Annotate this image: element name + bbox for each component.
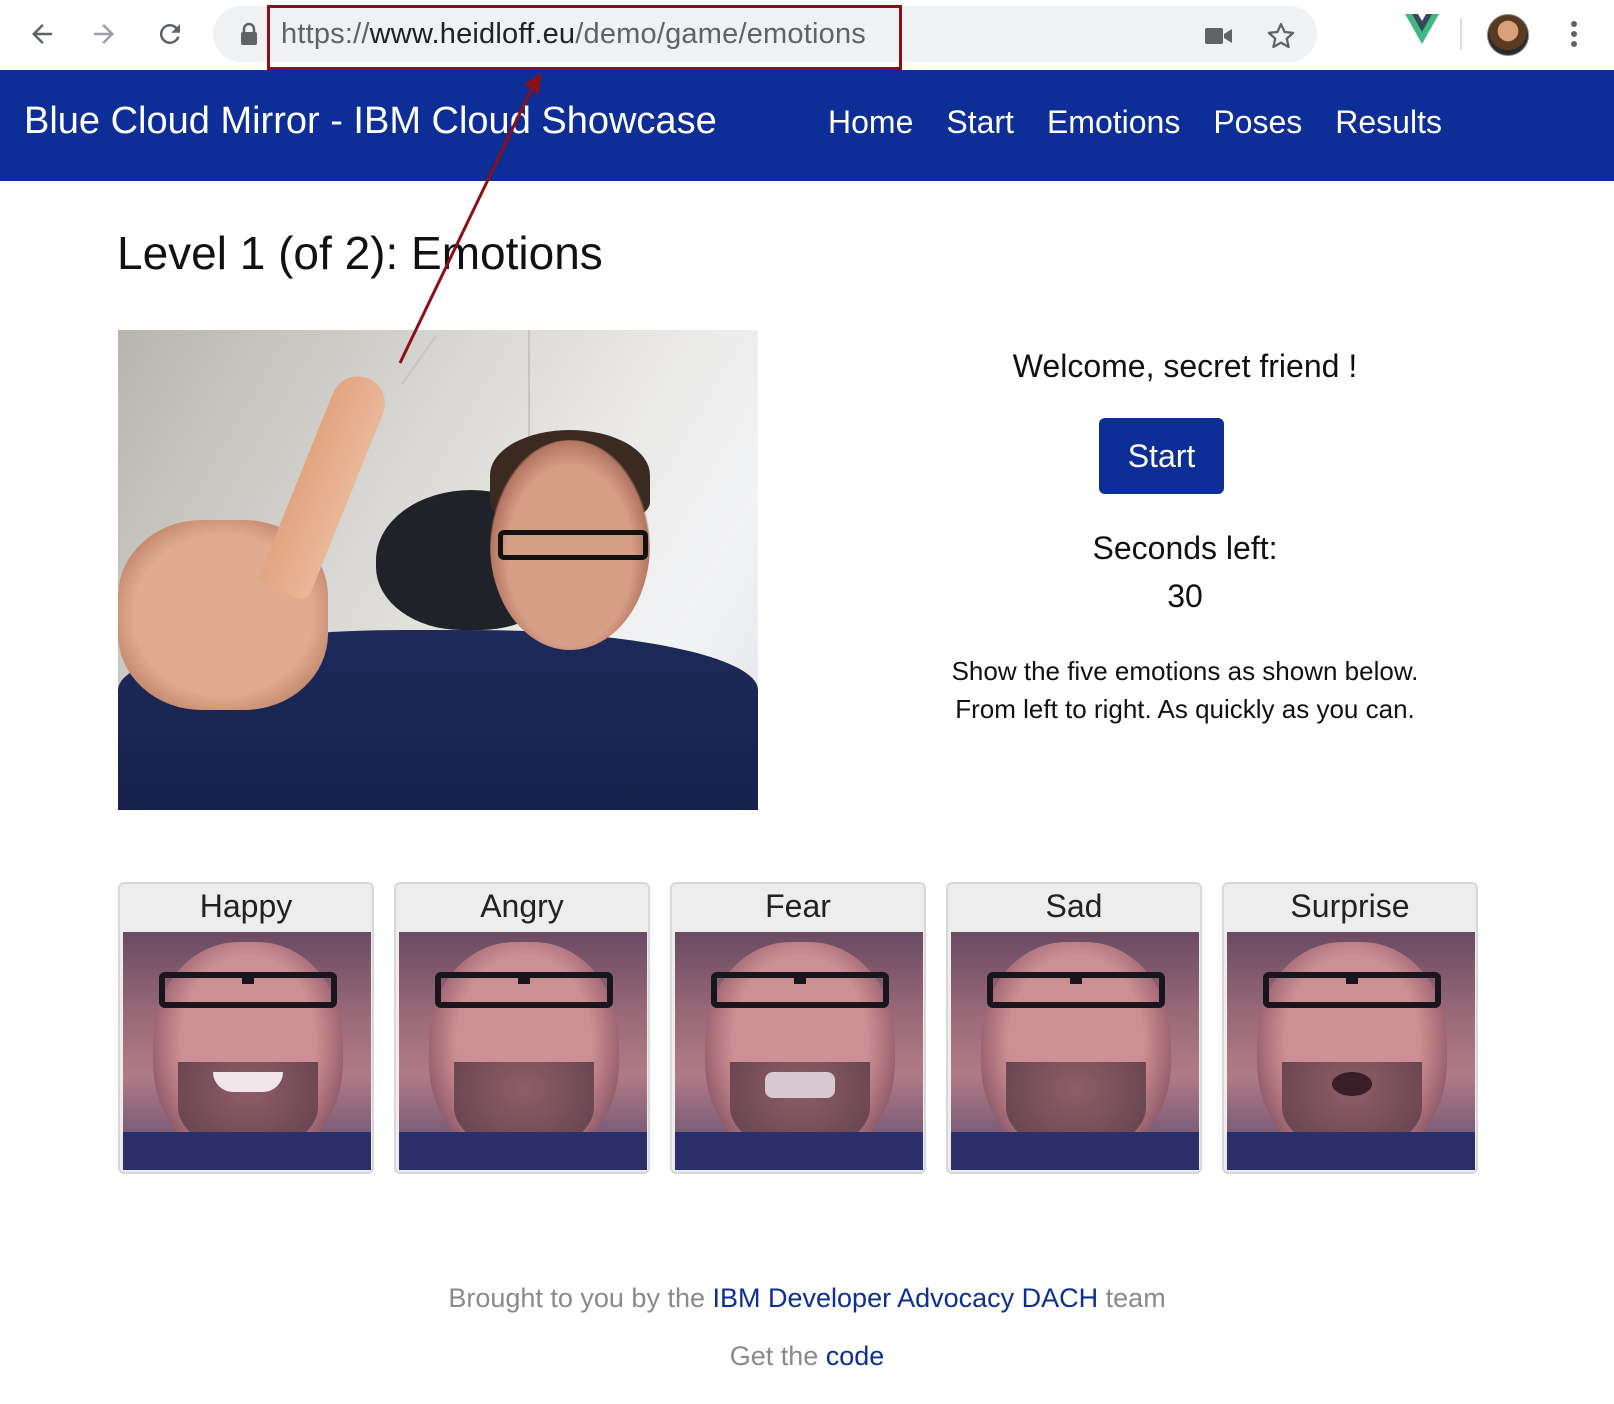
url-scheme: https://	[281, 18, 370, 50]
url-path: /demo/game/emotions	[575, 18, 866, 50]
footer-text: team	[1098, 1283, 1166, 1313]
vue-extension-icon[interactable]	[1405, 14, 1439, 49]
emotion-face-image	[1227, 932, 1475, 1170]
start-button[interactable]: Start	[1099, 418, 1224, 494]
emotion-face-image	[399, 932, 647, 1170]
nav-link-results[interactable]: Results	[1335, 104, 1442, 141]
emotion-face-image	[123, 932, 371, 1170]
emotion-label: Fear	[765, 888, 831, 924]
footer-text: Get the	[729, 1341, 826, 1371]
lock-icon[interactable]	[239, 22, 259, 51]
more-vert-icon[interactable]	[1554, 14, 1594, 54]
reload-icon[interactable]	[150, 14, 190, 54]
nav-link-start[interactable]: Start	[946, 104, 1014, 141]
emotion-card-happy: Happy	[118, 882, 374, 1174]
emotion-card-fear: Fear	[670, 882, 926, 1174]
seconds-left-label: Seconds left:	[1092, 530, 1278, 566]
welcome-text: Welcome, secret friend !	[1012, 348, 1358, 384]
brand-title[interactable]: Blue Cloud Mirror - IBM Cloud Showcase	[24, 100, 717, 143]
instructions-line-1: Show the five emotions as shown below.	[951, 656, 1419, 686]
forward-arrow-icon[interactable]	[84, 14, 124, 54]
address-bar[interactable]: https://www.heidloff.eu/demo/game/emotio…	[213, 6, 1317, 62]
nav-link-emotions[interactable]: Emotions	[1047, 104, 1180, 141]
nav-links: Home Start Emotions Poses Results	[828, 104, 1442, 141]
toolbar-separator	[1460, 18, 1462, 50]
emotion-card-sad: Sad	[946, 882, 1202, 1174]
emotion-label: Sad	[1045, 888, 1103, 924]
footer-code-link[interactable]: code	[826, 1341, 885, 1371]
seconds-left-value: 30	[1167, 578, 1203, 614]
app-navbar: Blue Cloud Mirror - IBM Cloud Showcase H…	[0, 70, 1614, 181]
emotion-face-image	[675, 932, 923, 1170]
browser-toolbar: https://www.heidloff.eu/demo/game/emotio…	[0, 0, 1614, 70]
emotion-label: Happy	[199, 888, 293, 924]
footer-team-link[interactable]: IBM Developer Advocacy DACH	[713, 1283, 1099, 1313]
emotion-face-image	[951, 932, 1199, 1170]
instructions-line-2: From left to right. As quickly as you ca…	[955, 694, 1415, 724]
page-title: Level 1 (of 2): Emotions	[117, 227, 603, 279]
emotion-card-angry: Angry	[394, 882, 650, 1174]
emotion-card-surprise: Surprise	[1222, 882, 1478, 1174]
star-icon[interactable]	[1265, 20, 1297, 52]
emotion-label: Angry	[480, 888, 564, 924]
nav-link-poses[interactable]: Poses	[1213, 104, 1302, 141]
url-host: www.heidloff.eu	[369, 18, 576, 50]
footer-credits: Brought to you by the IBM Developer Advo…	[0, 1283, 1614, 1314]
camera-icon[interactable]	[1203, 20, 1235, 52]
url-text[interactable]: https://www.heidloff.eu/demo/game/emotio…	[281, 18, 866, 51]
nav-link-home[interactable]: Home	[828, 104, 913, 141]
avatar[interactable]	[1487, 14, 1529, 56]
instructions: Show the five emotions as shown below. F…	[880, 652, 1490, 728]
pointing-finger	[256, 368, 394, 602]
emotion-label: Surprise	[1290, 888, 1410, 924]
back-arrow-icon[interactable]	[22, 14, 62, 54]
footer-code: Get the code	[0, 1341, 1614, 1372]
webcam-video	[118, 330, 758, 810]
footer-text: Brought to you by the	[448, 1283, 713, 1313]
